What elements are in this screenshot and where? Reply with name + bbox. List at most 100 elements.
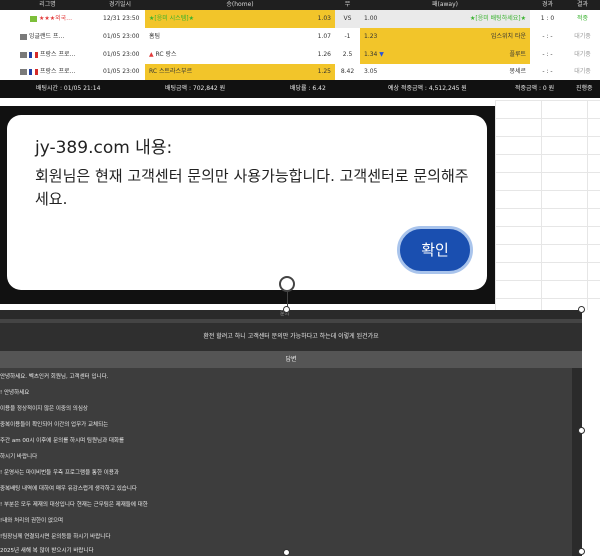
league-name: 프랑스 프로… — [40, 68, 76, 75]
league-icon — [30, 15, 37, 22]
match-datetime: 12/31 23:50 — [103, 15, 140, 22]
league-name: ★★★외국… — [39, 15, 73, 22]
inquiry-header: 문의 — [0, 310, 582, 319]
score: - : - — [542, 51, 553, 58]
expected-payout: 예상 적중금액 : 4,512,245 원 — [388, 85, 467, 92]
resize-handle-bottom[interactable] — [283, 549, 290, 556]
ok-button[interactable]: 확인 — [397, 226, 473, 274]
background-grid — [495, 100, 600, 310]
home-pick[interactable]: ▲ RC 랑스 1.26 — [145, 46, 335, 64]
result-badge: 대기중 — [574, 51, 591, 58]
result-badge: 대기중 — [574, 33, 591, 40]
away-team: 몽세르 — [509, 68, 526, 75]
answer-line: ! 운영사는 마이비번들 우측 프로그램을 통한 이용과 — [0, 470, 119, 476]
bet-odds: 배당률 : 6.42 — [290, 85, 326, 92]
league-icon — [20, 51, 27, 58]
table-row: 잉글랜드 프… 01/05 23:00 홈팀 1.07 -1 1.23 입스위치 타… — [0, 28, 600, 47]
away-team: ★[응미 배팅하세요]★ — [470, 15, 526, 22]
header-result: 결과 — [576, 1, 589, 8]
league-name: 잉글랜드 프… — [29, 33, 65, 40]
result-badge: 대기중 — [574, 68, 591, 75]
home-team: ★[응미 시스템]★ — [149, 15, 194, 22]
resize-handle-top-right[interactable] — [578, 306, 585, 313]
home-team: RC 스트라스부르 — [149, 68, 193, 75]
result-badge: 적중 — [576, 15, 589, 22]
match-datetime: 01/05 23:00 — [103, 51, 140, 58]
inquiry-panel: 문의 환전 할려고 하니 고객센터 문의만 가능하다고 하는데 이렇게 된건가요… — [0, 310, 582, 556]
away-odds: 1.00 — [364, 15, 378, 22]
away-team: 입스위치 타운 — [490, 33, 526, 40]
away-pick[interactable]: 3.05 몽세르 — [360, 64, 530, 80]
table-row: 프랑스 프로… 01/05 23:00 ▲ RC 랑스 1.26 2.5 1.34… — [0, 46, 600, 65]
away-team: 플루트 — [509, 51, 526, 58]
away-odds: 3.05 — [364, 68, 378, 75]
answer-line: 중복이용들이 확인되어 이간의 업무가 교체되는 — [0, 422, 109, 428]
bet-slip-table: 리그명 경기일시 승(home) 무 패(away) 경과 결과 ★★★외국… … — [0, 0, 600, 100]
inquiry-question: 환전 할려고 하니 고객센터 문의만 가능하다고 하는데 이렇게 된건가요 — [0, 323, 582, 351]
draw-cell[interactable]: 8.42 — [335, 64, 360, 80]
answer-line: 2025년 새해 복 많이 받으시기 바랍니다 — [0, 548, 94, 554]
away-odds: 1.34 — [364, 51, 378, 58]
match-datetime: 01/05 23:00 — [103, 68, 140, 75]
score: 1 : 0 — [540, 15, 555, 22]
draw-cell[interactable]: VS — [335, 10, 360, 28]
answer-label: 답변 — [285, 356, 297, 363]
answer-line: ! 부분은 모두 제재의 대상입니다 현재는 근무팀은 제재들에 대한 — [0, 502, 148, 508]
answer-line: 이용을 정상적이지 않은 이중의 의심상 — [0, 406, 88, 412]
dialog-title: jy-389.com 내용: — [35, 138, 173, 158]
header-score: 경과 — [541, 1, 554, 8]
league-icon — [20, 33, 27, 40]
bet-time: 배팅시간 : 01/05 21:14 — [36, 85, 101, 92]
answer-line: 안녕하세요. 벡츠인커 회원님, 고객센터 입니다. — [0, 374, 109, 380]
home-odds: 1.07 — [317, 33, 331, 40]
home-odds: 1.25 — [317, 68, 331, 75]
france-flag-icon — [29, 51, 38, 58]
resize-handle-top[interactable] — [283, 306, 290, 313]
answer-line: !내와 처리의 권한이 없으며 — [0, 518, 64, 524]
answer-line: 주간 am 00시 이후에 문의를 하시며 팀원님과 대화를 — [0, 438, 125, 444]
home-odds: 1.26 — [317, 51, 331, 58]
header-away: 패(away) — [431, 1, 458, 8]
question-text: 환전 할려고 하니 고객센터 문의만 가능하다고 하는데 이렇게 된건가요 — [203, 333, 379, 340]
home-pick[interactable]: RC 스트라스부르 1.25 — [145, 64, 335, 80]
away-pick[interactable]: 1.00 ★[응미 배팅하세요]★ — [360, 10, 530, 28]
league-name: 프랑스 프로… — [40, 51, 76, 58]
home-team: RC 랑스 — [155, 51, 177, 58]
home-odds: 1.03 — [317, 15, 331, 22]
header-draw: 무 — [344, 1, 351, 8]
header-datetime: 경기일시 — [108, 1, 132, 8]
draw-cell[interactable]: -1 — [335, 28, 360, 46]
answer-header: 답변 — [0, 351, 582, 368]
table-header: 리그명 경기일시 승(home) 무 패(away) 경과 결과 — [0, 0, 600, 10]
home-team: 홈팀 — [149, 33, 161, 40]
home-pick[interactable]: ★[응미 시스템]★ 1.03 — [145, 10, 335, 28]
away-pick[interactable]: 1.34 ▼ 플루트 — [360, 46, 530, 64]
won-amount: 적중금액 : 0 원 — [515, 85, 555, 92]
answer-body: 안녕하세요. 벡츠인커 회원님, 고객센터 입니다. ! 안녕하세요 이용을 정… — [0, 368, 572, 556]
draw-cell[interactable]: 2.5 — [335, 46, 360, 64]
answer-line: 중복배팅 내역에 대하여 매우 유감스럽게 생각하고 있습니다 — [0, 486, 137, 492]
answer-line: !팀장님께 연결되시면 문의등을 하시기 바랍니다 — [0, 534, 111, 540]
bet-amount: 배팅금액 : 702,842 원 — [165, 85, 226, 92]
rotate-handle-icon[interactable] — [279, 276, 295, 292]
resize-handle-bottom-right[interactable] — [578, 548, 585, 555]
answer-line: ! 안녕하세요 — [0, 390, 30, 396]
answer-line: 하시기 바랍니다 — [0, 454, 38, 460]
away-pick[interactable]: 1.23 입스위치 타운 — [360, 28, 530, 46]
table-row: 프랑스 프로… 01/05 23:00 RC 스트라스부르 1.25 8.42 3… — [0, 64, 600, 81]
scrollbar[interactable] — [572, 368, 582, 556]
resize-handle-right[interactable] — [578, 427, 585, 434]
table-row: ★★★외국… 12/31 23:50 ★[응미 시스템]★ 1.03 VS 1.0… — [0, 10, 600, 29]
home-pick[interactable]: 홈팀 1.07 — [145, 28, 335, 46]
alert-dialog: jy-389.com 내용: 회원님은 현재 고객센터 문의만 사용가능합니다.… — [7, 115, 487, 290]
down-arrow-icon: ▼ — [377, 51, 384, 58]
league-icon — [20, 68, 27, 75]
score: - : - — [542, 68, 553, 75]
header-league: 리그명 — [39, 1, 56, 8]
rotate-handle-stem — [287, 291, 288, 307]
bet-status: 진행중 — [576, 85, 593, 92]
away-odds: 1.23 — [364, 33, 378, 40]
france-flag-icon — [29, 68, 38, 75]
score: - : - — [542, 33, 553, 40]
match-datetime: 01/05 23:00 — [103, 33, 140, 40]
